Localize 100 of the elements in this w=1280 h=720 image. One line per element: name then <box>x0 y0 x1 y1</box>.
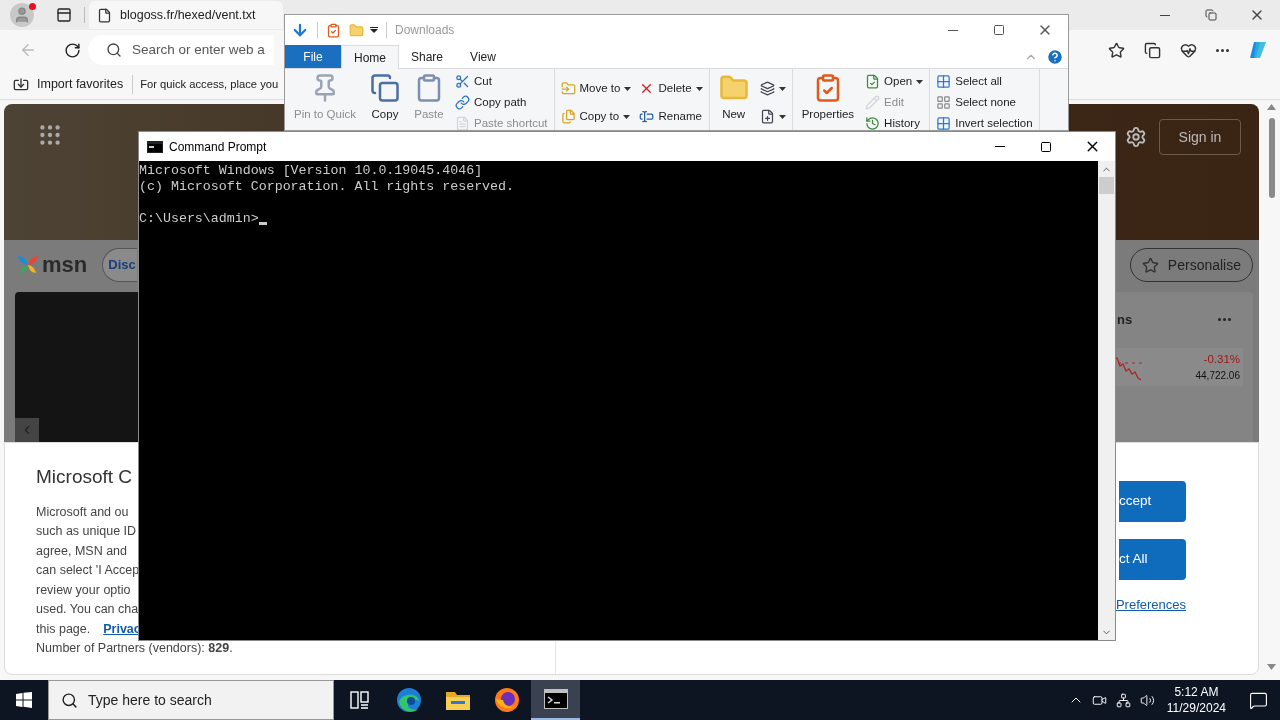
taskbar-search-box[interactable]: Type here to search <box>48 680 334 720</box>
address-bar[interactable]: Search or enter web a <box>88 35 274 65</box>
ribbon-button[interactable]: Copy to <box>560 106 632 127</box>
ribbon-button[interactable]: Move to <box>560 78 632 99</box>
file-plus-icon <box>759 109 775 124</box>
page-icon <box>97 7 112 23</box>
import-icon <box>13 76 29 93</box>
scroll-up-icon <box>1267 104 1276 110</box>
address-input[interactable]: Search or enter web a <box>132 39 272 61</box>
heart-pulse-icon <box>1180 41 1197 59</box>
stack-icon <box>759 81 775 96</box>
history-icon <box>865 116 881 130</box>
consent-button[interactable]: ccept <box>1119 481 1186 522</box>
console-icon <box>147 140 163 153</box>
ribbon-tab[interactable]: Share <box>399 45 455 68</box>
folder-icon <box>444 689 471 711</box>
copilot-icon <box>1248 40 1268 60</box>
consent-text: can select 'I Accep <box>36 562 140 579</box>
help-icon <box>1046 47 1064 66</box>
edge-icon <box>395 687 422 713</box>
apps-grid-icon <box>37 122 63 148</box>
windows-logo-icon <box>16 692 32 708</box>
caret-icon <box>623 114 631 119</box>
ribbon-tab[interactable]: View <box>455 45 511 68</box>
ribbon-button[interactable]: Select all <box>936 71 1033 92</box>
volume-icon <box>1139 692 1155 708</box>
scrollbar[interactable] <box>1098 161 1115 640</box>
ribbon-button[interactable]: Open <box>865 71 924 92</box>
scrollbar-thumb[interactable] <box>1099 177 1114 194</box>
taskbar-app-button[interactable] <box>531 680 580 720</box>
task-view-icon <box>349 691 370 709</box>
rename-icon <box>639 109 655 124</box>
ribbon-tab[interactable]: Home <box>341 45 399 69</box>
network-icon <box>1115 692 1131 708</box>
ribbon-button[interactable]: History <box>865 113 924 130</box>
browser-tab[interactable]: blogoss.fr/hexed/vent.txt <box>89 1 283 29</box>
profile-avatar[interactable] <box>10 3 34 27</box>
console-line: (c) Microsoft Corporation. All rights reserved. <box>139 179 515 195</box>
window-title: Command Prompt <box>169 138 267 156</box>
scrollbar-thumb[interactable] <box>1268 118 1275 198</box>
copy-icon <box>370 73 400 103</box>
sign-in-button[interactable]: Sign in <box>1159 119 1241 155</box>
ribbon-button[interactable]: Invert selection <box>936 113 1033 130</box>
folder-icon <box>349 22 364 38</box>
scissors-icon <box>455 74 470 89</box>
search-icon <box>106 42 122 58</box>
caret-icon <box>624 86 632 91</box>
select-all-icon <box>936 74 952 89</box>
console-line: Microsoft Windows [Version 10.0.19045.4046] <box>139 163 483 179</box>
restore-icon <box>1205 9 1217 21</box>
clock[interactable]: 5:12 AM 11/29/2024 <box>1162 684 1230 716</box>
notification-icon <box>1248 690 1268 710</box>
ribbon-button[interactable]: New <box>715 69 752 124</box>
dialog-title: Microsoft C <box>36 465 133 489</box>
tab-actions-icon <box>56 7 72 23</box>
caret-icon <box>916 79 924 84</box>
consent-text: used. You can cha <box>36 601 139 618</box>
ribbon-button[interactable]: Copy <box>367 69 403 124</box>
refresh-icon <box>63 41 81 59</box>
caret-icon <box>778 86 786 91</box>
consent-button[interactable]: ct All <box>1119 539 1186 580</box>
card-title: ns <box>1117 311 1133 329</box>
ribbon-button[interactable]: Properties <box>798 69 858 124</box>
consent-text: review your optio <box>36 581 131 599</box>
caret-icon <box>778 114 786 119</box>
scroll-down-icon <box>1267 664 1276 670</box>
edit-icon <box>865 95 881 110</box>
properties-icon <box>326 22 341 38</box>
change-percent: -0.31% <box>1203 351 1240 367</box>
shortcut-icon <box>455 116 470 130</box>
preferences-link[interactable]: Preferences <box>1115 595 1186 615</box>
download-arrow-icon <box>291 21 309 39</box>
caret-icon <box>695 86 703 91</box>
msn-logo: msn <box>42 254 88 276</box>
console-prompt: C:\Users\admin> <box>139 211 259 227</box>
minimize-icon <box>1160 14 1170 16</box>
ribbon-tab[interactable]: File <box>285 45 341 68</box>
consent-text: Microsoft and ou <box>36 503 129 521</box>
maximize-icon <box>1040 140 1052 153</box>
import-favorites-button[interactable]: Import favorites <box>13 75 134 94</box>
privacy-link[interactable]: Privac <box>103 619 141 639</box>
caret-icon <box>370 27 378 33</box>
ribbon-button[interactable]: Delete <box>639 78 703 99</box>
console-icon <box>543 689 568 709</box>
firefox-icon <box>493 687 520 713</box>
text-cursor <box>258 222 267 225</box>
link-icon <box>455 95 470 110</box>
ribbon-button[interactable]: Select none <box>936 92 1033 113</box>
more-icon <box>1218 318 1231 322</box>
consent-text: such as unique ID <box>36 523 137 540</box>
person-icon <box>13 6 31 24</box>
folder-move-icon <box>560 81 576 96</box>
settings-icon <box>1125 126 1147 148</box>
ribbon-button[interactable]: Cut <box>455 71 548 92</box>
minimize-icon <box>948 29 958 31</box>
ribbon-button[interactable]: Rename <box>639 106 703 127</box>
folder-copy-icon <box>560 109 576 124</box>
minimize-icon <box>995 146 1005 147</box>
ribbon-button[interactable]: Copy path <box>455 92 548 113</box>
partners-count: Number of Partners (vendors): 829. <box>36 640 233 657</box>
